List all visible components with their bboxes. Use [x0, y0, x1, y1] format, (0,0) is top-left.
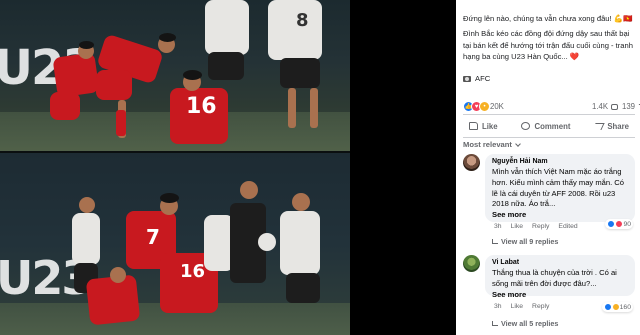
- love-reaction-icon: [615, 220, 624, 228]
- comment-reply-link[interactable]: Reply: [532, 303, 549, 310]
- jersey-number: 16: [180, 261, 206, 282]
- reactions-summary[interactable]: 👍 ♥ • 20K 1.4K 139: [463, 101, 640, 113]
- share-button-label: Share: [607, 121, 629, 131]
- comment-reaction-number: 90: [623, 220, 631, 228]
- comment-edited-label: Edited: [558, 223, 578, 230]
- comment-text: Mình vẫn thích Việt Nam mặc áo trắng hơn…: [492, 167, 625, 209]
- player-dark-shorts: [208, 52, 244, 80]
- comment-reaction-count[interactable]: 90: [605, 219, 633, 229]
- player-white-opponent: [280, 211, 320, 275]
- player-red-shorts: [50, 92, 80, 120]
- player-sock: [116, 110, 126, 136]
- view-replies-link[interactable]: View all 5 replies: [492, 319, 558, 328]
- thumbs-up-icon: [469, 122, 478, 130]
- commenter-name[interactable]: Nguyễn Hải Nam: [492, 157, 628, 167]
- player-hair: [79, 41, 94, 49]
- comment-button-label: Comment: [534, 121, 571, 131]
- camera-icon: [463, 75, 471, 82]
- player-red-seated: 16: [170, 88, 228, 144]
- comment-icon: [521, 122, 531, 130]
- like-button[interactable]: Like: [463, 122, 504, 131]
- comment-bubble-icon: [611, 103, 619, 110]
- player-hair: [183, 70, 202, 80]
- player-dark-shorts: [286, 273, 320, 303]
- view-replies-label: View all 9 replies: [501, 237, 559, 246]
- comment-timestamp[interactable]: 3h: [494, 223, 502, 230]
- share-icon: [592, 122, 605, 130]
- view-replies-label: View all 5 replies: [501, 319, 559, 328]
- shares-count-value: 139: [622, 102, 636, 111]
- player-red-kneeling: [52, 52, 100, 98]
- sad-reaction-icon: •: [479, 101, 490, 112]
- view-replies-link[interactable]: View all 9 replies: [492, 237, 558, 246]
- comments-count-value: 1.4K: [592, 102, 609, 111]
- comments-count[interactable]: 1.4K: [592, 102, 619, 111]
- player-white-opponent: 8: [268, 0, 322, 60]
- referee-head: [240, 181, 258, 199]
- player-white-opponent: [205, 0, 249, 55]
- reply-arrow-icon: [492, 321, 498, 326]
- jersey-number: 16: [186, 94, 217, 119]
- shares-count[interactable]: 139: [622, 102, 640, 111]
- player-hair: [160, 193, 179, 203]
- comment-reaction-count[interactable]: 160: [601, 302, 633, 312]
- player-leg: [288, 88, 296, 128]
- comment-meta: 3h Like Reply: [494, 303, 549, 310]
- reaction-count[interactable]: 20K: [490, 102, 504, 111]
- player-hair: [159, 33, 176, 42]
- comment-sort-dropdown[interactable]: Most relevant: [463, 140, 521, 149]
- comment-sort-label: Most relevant: [463, 140, 512, 149]
- comment-reaction-number: 160: [619, 303, 631, 311]
- post-action-bar: Like Comment Share: [463, 117, 635, 135]
- comment-timestamp[interactable]: 3h: [494, 303, 502, 310]
- post-caption: Đứng lên nào, chúng ta vẫn chưa xong đâu…: [463, 13, 635, 66]
- player-head: [110, 267, 126, 283]
- reaction-icons[interactable]: 👍 ♥ •: [463, 101, 490, 112]
- post-photo-bottom: U23 7 16: [0, 153, 350, 335]
- see-more-link[interactable]: See more: [492, 290, 628, 300]
- player-head: [79, 197, 95, 213]
- divider: [463, 114, 635, 115]
- comment-like-link[interactable]: Like: [511, 223, 523, 230]
- haha-reaction-icon: [611, 303, 620, 311]
- post-photo-top: U23 16 8: [0, 0, 350, 152]
- football: [258, 233, 276, 251]
- like-reaction-icon: [603, 303, 612, 311]
- player-leg: [310, 88, 318, 128]
- photo-side-letterbox: [350, 0, 456, 335]
- commenter-name[interactable]: Vi Labat: [492, 258, 628, 268]
- share-button[interactable]: Share: [588, 122, 635, 131]
- player-red-shorts: [96, 70, 132, 100]
- comment-text: Thắng thua là chuyện của trời . Có ai số…: [492, 268, 617, 288]
- avatar[interactable]: [463, 154, 480, 171]
- post-photo-area[interactable]: U23 16 8 U23 7 16: [0, 0, 456, 335]
- comment-reply-link[interactable]: Reply: [532, 223, 549, 230]
- like-button-label: Like: [482, 121, 498, 131]
- player-dark-shorts: [280, 58, 320, 88]
- divider: [463, 137, 635, 138]
- reply-arrow-icon: [492, 239, 498, 244]
- avatar[interactable]: [463, 255, 480, 272]
- player-red-kneeling: [85, 274, 141, 326]
- comment-bubble: Vi Labat Thắng thua là chuyện của trời .…: [485, 255, 635, 299]
- chevron-down-icon: [515, 140, 521, 147]
- photo-source: AFC: [463, 74, 490, 83]
- player-head: [292, 193, 310, 211]
- jersey-number: 7: [146, 225, 160, 249]
- player-white-opponent: [72, 213, 100, 265]
- jersey-number: 8: [296, 10, 309, 31]
- comment-like-link[interactable]: Like: [511, 303, 523, 310]
- comment-button[interactable]: Comment: [515, 122, 576, 131]
- comment-bubble: Nguyễn Hải Nam Mình vẫn thích Việt Nam m…: [485, 154, 635, 222]
- post-details-panel: Đứng lên nào, chúng ta vẫn chưa xong đâu…: [456, 0, 640, 335]
- photo-source-label: AFC: [475, 74, 491, 83]
- like-reaction-icon: [607, 220, 616, 228]
- comment-meta: 3h Like Reply Edited: [494, 223, 578, 230]
- caption-headline: Đứng lên nào, chúng ta vẫn chưa xong đâu…: [463, 14, 633, 23]
- caption-body: Đình Bắc kéo các đồng đội đứng dậy sau t…: [463, 29, 633, 61]
